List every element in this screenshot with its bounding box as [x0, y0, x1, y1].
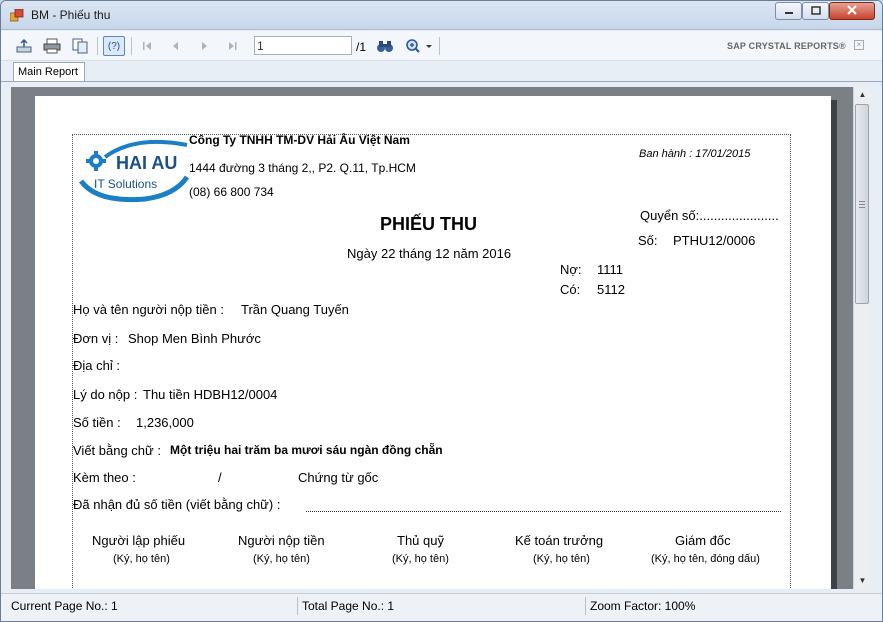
logo-text: HAI AU [116, 153, 178, 173]
minimize-icon [784, 4, 794, 18]
copy-button[interactable] [69, 36, 91, 56]
amount-label: Số tiền : [73, 415, 121, 430]
words-label: Viết bằng chữ : [73, 443, 161, 458]
help-button[interactable]: (?) [103, 36, 125, 56]
tab-main-report[interactable]: Main Report [13, 62, 85, 82]
printer-icon [43, 38, 61, 54]
current-page-status: Current Page No.: 1 [11, 599, 118, 613]
total-page-status: Total Page No.: 1 [302, 599, 395, 613]
vertical-scrollbar[interactable]: ▲ ▼ [853, 87, 870, 589]
minimize-button[interactable] [775, 2, 802, 20]
zoom-status: Zoom Factor: 100% [590, 599, 696, 613]
page-number-input[interactable] [254, 36, 352, 55]
brand-label: SAP CRYSTAL REPORTS® [727, 41, 846, 51]
signature-note: (Ký, họ tên) [113, 553, 170, 565]
received-dotted-line [306, 511, 781, 512]
close-panel-icon[interactable]: × [854, 40, 864, 50]
unit-label: Đơn vị : [73, 331, 119, 346]
export-button[interactable] [13, 36, 35, 56]
attach-separator: / [218, 470, 222, 485]
unit-value: Shop Men Bình Phước [128, 331, 261, 346]
scroll-thumb[interactable] [855, 104, 869, 304]
help-label: (?) [107, 40, 121, 52]
signature-title: Người lập phiếu [92, 533, 186, 548]
reason-value: Thu tiền HDBH12/0004 [143, 387, 278, 402]
toolbar: (?) /1 SAP CRYSTAL REPORTS® × [1, 31, 882, 61]
copy-icon [71, 38, 89, 54]
issue-date: Ban hành : 17/01/2015 [639, 148, 751, 160]
tab-label: Main Report [18, 66, 78, 78]
first-page-button[interactable] [137, 36, 159, 56]
received-label: Đã nhận đủ số tiền (viết bằng chữ) : [73, 497, 281, 512]
company-name: Công Ty TNHH TM-DV Hải Âu Việt Nam [189, 133, 410, 147]
credit-value: 5112 [597, 282, 625, 297]
next-page-button[interactable] [193, 36, 215, 56]
book-number: Quyển số:...................... [640, 208, 779, 223]
tab-divider [1, 81, 882, 82]
report-page: HAI AU IT Solutions Công Ty TNHH TM-DV H… [35, 96, 831, 589]
scroll-down-icon[interactable]: ▼ [854, 573, 871, 589]
first-page-icon [142, 41, 154, 51]
signature-note: (Ký, họ tên) [392, 553, 449, 565]
app-icon [9, 8, 24, 22]
reason-label: Lý do nộp : [73, 387, 138, 402]
maximize-button[interactable] [802, 2, 829, 20]
maximize-icon [810, 4, 821, 18]
zoom-button[interactable] [402, 36, 436, 56]
signature-note: (Ký, họ tên, đóng dấu) [651, 553, 760, 565]
status-separator [297, 597, 298, 615]
signature-title: Thủ quỹ [397, 533, 444, 548]
words-value: Một triệu hai trăm ba mươi sáu ngàn đồng… [170, 443, 443, 457]
last-page-button[interactable] [221, 36, 243, 56]
company-phone: (08) 66 800 734 [189, 185, 274, 199]
page-total-label: /1 [356, 40, 367, 54]
payer-label: Họ và tên người nộp tiền : [73, 302, 224, 317]
previous-page-icon [170, 41, 182, 51]
amount-value: 1,236,000 [136, 415, 194, 430]
company-logo: HAI AU IT Solutions [75, 133, 193, 209]
voucher-number-label: Số: [638, 233, 658, 248]
grip-icon [859, 201, 865, 208]
previous-page-button[interactable] [165, 36, 187, 56]
find-button[interactable] [374, 36, 396, 56]
logo-subtext: IT Solutions [94, 177, 158, 191]
print-button[interactable] [41, 36, 63, 56]
debit-label: Nợ: [560, 262, 582, 277]
export-icon [15, 38, 33, 54]
zoom-icon [404, 38, 434, 54]
binoculars-icon [376, 39, 394, 53]
close-icon [846, 4, 858, 18]
company-address: 1444 đường 3 tháng 2,, P2. Q.11, Tp.HCM [189, 161, 416, 175]
toolbar-separator [131, 37, 132, 55]
signature-title: Kế toán trưởng [515, 533, 604, 548]
document-title: PHIẾU THU [380, 214, 478, 234]
last-page-icon [226, 41, 238, 51]
signature-title: Giám đốc [675, 533, 731, 548]
signature-note: (Ký, họ tên) [533, 553, 590, 565]
payer-value: Trần Quang Tuyến [241, 302, 349, 317]
attach-document: Chứng từ gốc [298, 470, 379, 485]
toolbar-separator [439, 37, 440, 55]
document-date: Ngày 22 tháng 12 năm 2016 [347, 246, 512, 261]
close-button[interactable] [829, 2, 875, 20]
status-separator [585, 597, 586, 615]
debit-value: 1111 [597, 262, 624, 277]
toolbar-separator [97, 37, 98, 55]
signature-note: (Ký, họ tên) [253, 553, 310, 565]
voucher-number-value: PTHU12/0006 [673, 233, 756, 248]
report-window: BM - Phiếu thu (?) 1 /1 SAP CRYSTAL REPO… [0, 0, 883, 622]
signature-title: Người nộp tiền [238, 533, 325, 548]
attach-label: Kèm theo : [73, 470, 136, 485]
window-title: BM - Phiếu thu [31, 8, 111, 22]
scroll-up-icon[interactable]: ▲ [854, 87, 871, 103]
status-bar: Current Page No.: 1 Total Page No.: 1 Zo… [1, 593, 882, 621]
page-shadow [831, 100, 837, 589]
next-page-icon [198, 41, 210, 51]
address-label: Địa chỉ : [73, 358, 120, 373]
title-bar: BM - Phiếu thu [1, 1, 882, 30]
credit-label: Có: [560, 282, 581, 297]
report-viewer[interactable]: HAI AU IT Solutions Công Ty TNHH TM-DV H… [11, 87, 853, 589]
